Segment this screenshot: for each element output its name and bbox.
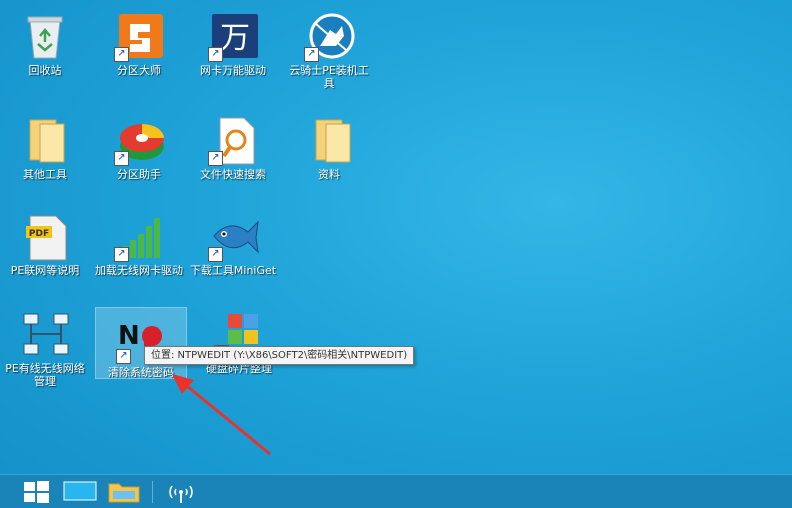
shortcut-arrow-icon: ↗ <box>208 151 223 166</box>
desktop-icon-materials[interactable]: 资料 <box>284 110 374 181</box>
desktop-icon-pe-network-guide[interactable]: PDF PE联网等说明 <box>0 206 90 277</box>
taskbar <box>0 474 792 508</box>
shortcut-arrow-icon: ↗ <box>114 247 129 262</box>
tooltip-location: 位置: NTPWEDIT (Y:\X86\SOFT2\密码相关\NTPWEDIT… <box>144 346 415 365</box>
desktop-icon-partition-master[interactable]: ↗ 分区大师 <box>94 6 184 77</box>
icon-label: 云骑士PE装机工具 <box>289 64 369 90</box>
pdf-icon: PDF <box>18 212 72 262</box>
icon-label: 网卡万能驱动 <box>200 64 266 77</box>
icon-label: 资料 <box>318 168 340 181</box>
desktop-icon-network-driver[interactable]: 万 ↗ 网卡万能驱动 <box>188 6 278 77</box>
icon-label: 分区大师 <box>117 64 161 77</box>
icon-label: 分区助手 <box>117 168 161 181</box>
miniget-fish-icon: ↗ <box>206 212 260 262</box>
shortcut-arrow-icon: ↗ <box>208 47 223 62</box>
network-status-button[interactable] <box>159 475 203 508</box>
shortcut-arrow-icon: ↗ <box>116 349 131 364</box>
icon-label: 下载工具MiniGet <box>189 264 277 277</box>
icon-label: 回收站 <box>28 64 62 77</box>
shortcut-arrow-icon: ↗ <box>114 151 129 166</box>
icon-label: 加载无线网卡驱动 <box>95 264 183 277</box>
icon-label: 文件快速搜索 <box>200 168 266 181</box>
shortcut-arrow-icon: ↗ <box>304 47 319 62</box>
network-status-icon <box>169 485 193 503</box>
svg-text:PDF: PDF <box>29 229 49 239</box>
desktop-icon <box>63 481 97 500</box>
folder-icon <box>18 116 72 166</box>
desktop-icon-clear-system-password[interactable]: N ↗ 清除系统密码 <box>95 307 187 379</box>
partition-assistant-icon: ↗ <box>112 116 166 166</box>
desktop-icon-partition-assistant[interactable]: ↗ 分区助手 <box>94 110 184 181</box>
network-topology-icon <box>18 310 72 360</box>
windows-logo-icon <box>24 480 49 503</box>
desktop: 回收站 ↗ 分区大师 万 ↗ 网卡万能驱动 ↗ 云骑士PE装机工具 其他工具 ↗… <box>0 0 792 474</box>
svg-text:N: N <box>118 321 140 351</box>
desktop-icon-recycle-bin[interactable]: 回收站 <box>0 6 90 77</box>
recycle-bin-icon <box>18 12 72 62</box>
desktop-icon-other-tools[interactable]: 其他工具 <box>0 110 90 181</box>
desktop-icon-knight-installer[interactable]: ↗ 云骑士PE装机工具 <box>284 6 374 90</box>
start-button[interactable] <box>14 475 58 508</box>
annotation-arrow <box>172 374 271 456</box>
icon-label: PE有线无线网络管理 <box>5 362 85 388</box>
file-explorer-icon <box>108 483 140 502</box>
icon-label: PE联网等说明 <box>10 264 80 277</box>
network-driver-icon: 万 ↗ <box>206 12 260 62</box>
desktop-icon-file-search[interactable]: ↗ 文件快速搜索 <box>188 110 278 181</box>
taskbar-divider <box>152 480 153 503</box>
wireless-signal-icon: ↗ <box>112 212 166 262</box>
shortcut-arrow-icon: ↗ <box>114 47 129 62</box>
partition-master-icon: ↗ <box>112 12 166 62</box>
icon-label: 其他工具 <box>23 168 67 181</box>
file-search-icon: ↗ <box>206 116 260 166</box>
svg-text:万: 万 <box>220 21 250 56</box>
desktop-icon-miniget[interactable]: ↗ 下载工具MiniGet <box>188 206 278 277</box>
knight-installer-icon: ↗ <box>302 12 356 62</box>
shortcut-arrow-icon: ↗ <box>208 247 223 262</box>
folder-icon <box>302 116 356 166</box>
show-desktop-button[interactable] <box>58 475 102 508</box>
file-explorer-button[interactable] <box>102 475 146 508</box>
desktop-icon-pe-network-manager[interactable]: PE有线无线网络管理 <box>0 304 90 388</box>
desktop-icon-wireless-driver[interactable]: ↗ 加载无线网卡驱动 <box>94 206 184 277</box>
